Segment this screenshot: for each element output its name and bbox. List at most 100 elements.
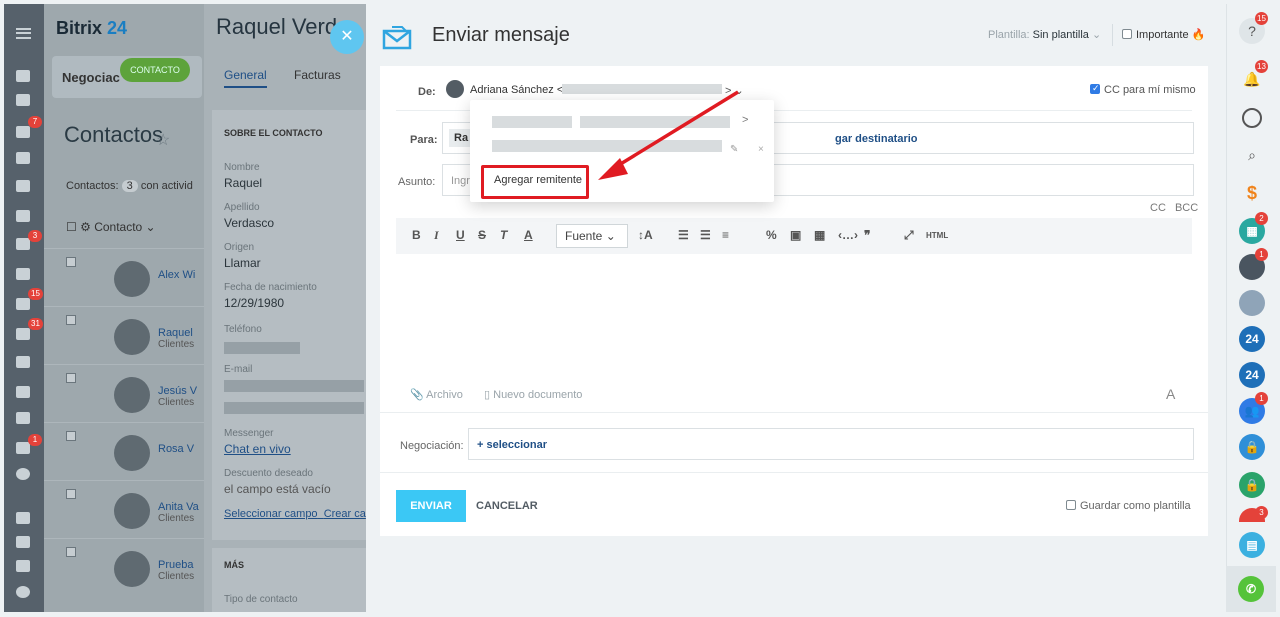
numbered-list-icon[interactable]: ☰ (678, 228, 689, 242)
user-avatar-icon[interactable] (16, 586, 30, 598)
sender-selector[interactable]: Adriana Sánchez < (470, 84, 563, 96)
sender-option-redacted[interactable] (492, 116, 572, 128)
groups-icon[interactable] (16, 268, 30, 280)
calendar-icon[interactable] (16, 152, 30, 164)
bullet-list-icon[interactable]: ☰ (700, 228, 711, 242)
target-icon[interactable] (16, 356, 30, 368)
row-name[interactable]: Prueba (158, 559, 193, 571)
font-size-icon[interactable]: ↕A (638, 228, 653, 242)
app-logo[interactable]: Bitrix 24 (56, 18, 127, 39)
cart-icon[interactable] (16, 386, 30, 398)
sitemap-icon[interactable] (16, 512, 30, 524)
italic-icon[interactable]: I (434, 228, 439, 243)
template-selector[interactable]: Plantilla: Sin plantilla ⌄ (988, 28, 1101, 41)
robot-icon[interactable] (16, 442, 30, 454)
filter-icon[interactable] (16, 328, 30, 340)
attach-file-button[interactable]: 📎 Archivo (410, 388, 463, 401)
bold-icon[interactable]: B (412, 228, 421, 242)
phone-icon[interactable]: ✆ (1238, 576, 1264, 602)
messenger-link[interactable]: Chat en vivo (224, 442, 291, 456)
table-row[interactable]: Jesús V Clientes (44, 364, 204, 422)
bitrix24-icon[interactable]: 24 (1239, 326, 1265, 352)
row-checkbox[interactable] (66, 431, 76, 441)
menu-icon[interactable] (16, 28, 31, 39)
quote-icon[interactable]: ❞ (864, 228, 870, 242)
table-row[interactable]: Raquel Clientes (44, 306, 204, 364)
strikethrough-icon[interactable]: S (478, 228, 486, 242)
table-row[interactable]: Alex Wi (44, 248, 204, 306)
row-name[interactable]: Rosa V (158, 443, 194, 455)
close-icon[interactable]: × (758, 144, 764, 155)
contact-pill[interactable]: CONTACTO (120, 58, 190, 82)
chevron-down-icon[interactable] (16, 468, 30, 480)
chat-icon[interactable] (16, 126, 30, 138)
docs-icon[interactable] (16, 180, 30, 192)
tab-facturas[interactable]: Facturas (294, 68, 341, 82)
cc-self-checkbox[interactable]: CC para mí mismo (1090, 83, 1196, 96)
fullscreen-icon[interactable]: ⤢ (904, 228, 914, 243)
row-checkbox[interactable] (66, 489, 76, 499)
save-template-check[interactable] (1066, 500, 1076, 510)
column-header[interactable]: ☐ ⚙ Contacto ⌄ (66, 220, 156, 234)
font-select[interactable]: Fuente ⌄ (556, 224, 628, 248)
sender-dropdown-toggle[interactable]: > ⌄ (725, 84, 744, 97)
row-checkbox[interactable] (66, 373, 76, 383)
send-button[interactable]: ENVIAR (396, 490, 466, 522)
tab-general[interactable]: General (224, 68, 267, 88)
plus-icon[interactable] (16, 560, 30, 572)
deal-select-link[interactable]: + seleccionar (477, 439, 547, 451)
lock-icon[interactable]: 🔒 (1239, 472, 1265, 498)
mail-icon[interactable] (16, 238, 30, 250)
row-checkbox[interactable] (66, 315, 76, 325)
bitrix24-icon[interactable]: 24 (1239, 362, 1265, 388)
select-field-link[interactable]: Seleccionar campo Crear ca (224, 508, 366, 520)
row-checkbox[interactable] (66, 547, 76, 557)
contact-card-icon[interactable] (16, 412, 30, 424)
tasks-icon[interactable] (16, 94, 30, 106)
underline-icon[interactable]: U (456, 228, 465, 242)
code-icon[interactable]: ‹…› (838, 228, 858, 242)
create-field-text[interactable]: Crear ca (324, 508, 366, 520)
cc-link[interactable]: CC (1150, 202, 1166, 214)
row-name[interactable]: Jesús V (158, 385, 197, 397)
cc-self-check[interactable] (1090, 83, 1100, 94)
row-name[interactable]: Raquel (158, 327, 193, 339)
table-row[interactable]: Anita Va Clientes (44, 480, 204, 538)
cancel-button[interactable]: CANCELAR (476, 500, 538, 512)
star-icon[interactable]: ☆ (156, 130, 170, 150)
important-check[interactable] (1122, 29, 1132, 39)
table-icon[interactable]: ▦ (814, 228, 825, 242)
important-checkbox[interactable]: Importante 🔥 (1122, 28, 1205, 41)
user-avatar-icon[interactable] (1239, 290, 1265, 316)
save-template-checkbox[interactable]: Guardar como plantilla (1066, 500, 1191, 512)
row-name[interactable]: Alex Wi (158, 269, 195, 281)
bcc-link[interactable]: BCC (1175, 202, 1198, 214)
lock-icon[interactable]: 🔒 (1239, 434, 1265, 460)
close-slider-button[interactable]: ✕ (330, 20, 364, 54)
table-row[interactable]: Rosa V (44, 422, 204, 480)
sender-option-redacted-2[interactable] (492, 140, 722, 152)
sender-option-redacted[interactable] (580, 116, 730, 128)
text-style-icon[interactable]: A (1166, 386, 1175, 402)
settings-icon[interactable] (16, 536, 30, 548)
drive-icon[interactable] (16, 210, 30, 222)
deal-field[interactable]: + seleccionar (468, 428, 1194, 460)
document-chat-icon[interactable]: ▤ (1239, 532, 1265, 558)
add-recipient-link[interactable]: gar destinatario (835, 133, 918, 145)
row-checkbox[interactable] (66, 257, 76, 267)
link-icon[interactable]: % (766, 228, 777, 242)
tasks-list-icon[interactable] (16, 298, 30, 310)
search-icon[interactable]: ⌕ (1239, 142, 1265, 168)
chat-list-icon[interactable] (1242, 108, 1262, 128)
table-row[interactable]: Prueba Clientes (44, 538, 204, 596)
image-icon[interactable]: ▣ (790, 228, 801, 242)
recipient-chip[interactable]: Ra (449, 129, 471, 147)
align-icon[interactable]: ≡ (722, 228, 729, 242)
new-document-button[interactable]: ▯ Nuevo documento (484, 388, 582, 401)
clear-format-icon[interactable]: T (500, 228, 507, 242)
html-icon[interactable]: HTML (926, 231, 948, 240)
font-color-icon[interactable]: A (524, 228, 533, 242)
row-name[interactable]: Anita Va (158, 501, 199, 513)
crm-icon[interactable] (16, 70, 30, 82)
dollar-icon[interactable]: $ (1239, 180, 1265, 206)
